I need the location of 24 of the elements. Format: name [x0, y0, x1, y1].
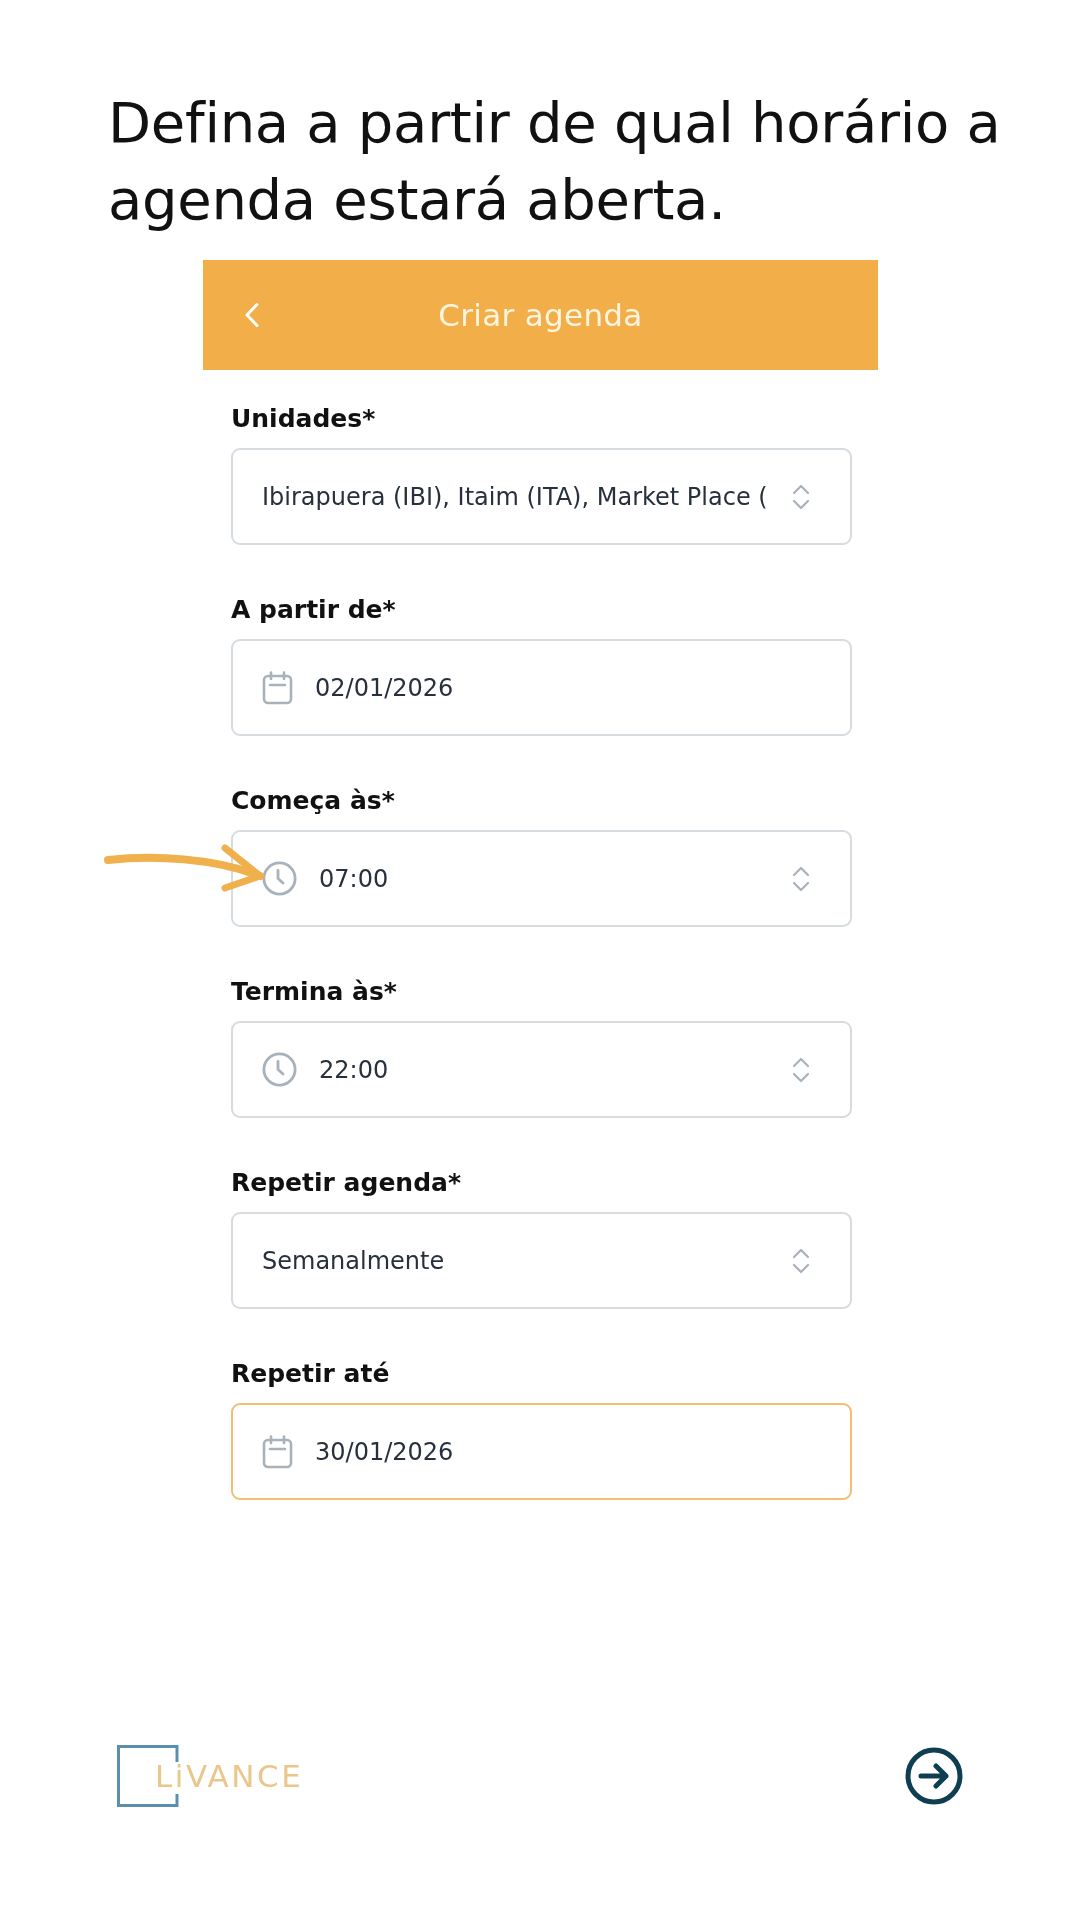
time-field[interactable]: 07:00 [231, 830, 852, 927]
date-field[interactable]: 30/01/2026 [231, 1403, 852, 1500]
select-field[interactable]: Ibirapuera (IBI), Itaim (ITA), Market Place ( [231, 448, 852, 545]
field-label: A partir de* [231, 595, 397, 625]
time-field[interactable]: 22:00 [231, 1021, 852, 1118]
logo-text: LiVANCE [155, 1760, 304, 1792]
chevron-up-down-icon [792, 1055, 810, 1084]
field-label: Unidades* [231, 404, 377, 434]
clock-icon [262, 1052, 297, 1087]
field-label: Começa às* [231, 786, 396, 816]
arrow-circle-icon[interactable] [905, 1747, 963, 1805]
calendar-icon [262, 670, 293, 705]
calendar-icon [262, 1434, 293, 1469]
chevron-up-down-icon [792, 482, 810, 511]
field-label: Termina às* [231, 977, 398, 1007]
chevron-up-down-icon [792, 864, 810, 893]
page-heading: Defina a partir de qual horário a agenda estará aberta. [108, 89, 1002, 234]
screen-title: Criar agenda [438, 297, 643, 333]
date-field[interactable]: 02/01/2026 [231, 639, 852, 736]
select-field[interactable]: Semanalmente [231, 1212, 852, 1309]
field-label: Repetir até [231, 1359, 391, 1389]
chevron-up-down-icon [792, 1246, 810, 1275]
field-label: Repetir agenda* [231, 1168, 462, 1198]
clock-icon [262, 861, 297, 896]
